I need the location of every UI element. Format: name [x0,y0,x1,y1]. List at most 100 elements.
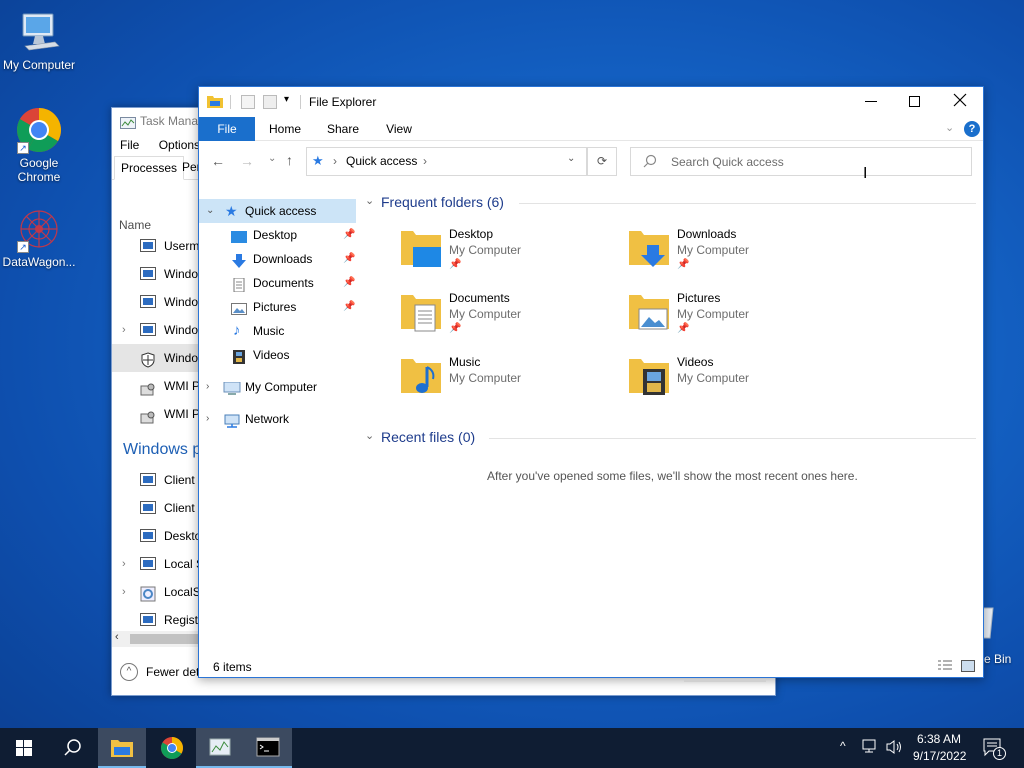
process-row[interactable]: WMI P [112,400,202,428]
column-header-name[interactable]: Name [119,218,151,232]
process-row[interactable]: › Local S [112,550,202,578]
nav-desktop[interactable]: Desktop 📌 [199,223,356,247]
nav-videos[interactable]: Videos [199,343,356,367]
recent-files-empty-message: After you've opened some files, we'll sh… [487,469,858,483]
nav-my-computer[interactable]: › My Computer [199,375,356,399]
refresh-button[interactable]: ⟳ [587,147,617,176]
nav-pictures[interactable]: Pictures 📌 [199,295,356,319]
collapse-group-chevron-icon[interactable]: ⌄ [365,429,374,442]
folder-tile-documents[interactable]: Documents My Computer 📌 [401,291,621,351]
horizontal-scrollbar[interactable]: ‹ [112,631,198,647]
search-input[interactable]: Search Quick access [630,147,972,176]
file-explorer-titlebar[interactable]: ▾ File Explorer [199,87,983,117]
refresh-icon: ⟳ [596,154,608,168]
desktop-icon-datawagon[interactable]: ↗ DataWagon... [0,205,78,269]
picture-icon [231,300,247,315]
folder-tile-desktop[interactable]: Desktop My Computer 📌 [401,227,621,287]
volume-icon[interactable] [886,739,904,755]
taskbar-chrome[interactable] [148,728,196,768]
collapse-group-chevron-icon[interactable]: ⌄ [365,194,374,207]
expand-chevron-icon[interactable]: › [122,550,126,578]
process-row[interactable]: Windo [112,260,202,288]
tab-share[interactable]: Share [323,117,363,141]
folder-tile-music[interactable]: Music My Computer [401,355,621,415]
desktop-icon-my-computer[interactable]: My Computer [0,8,78,72]
process-row[interactable]: WMI P [112,372,202,400]
clock-date[interactable]: 9/17/2022 [913,749,966,763]
frequent-folders-header[interactable]: Frequent folders (6) [381,192,504,212]
process-row[interactable]: Deskto [112,522,202,550]
section-header-windows-processes: Windows p [123,441,199,458]
nav-network[interactable]: › Network [199,407,356,431]
breadcrumb-separator-icon: › [423,154,427,168]
start-button[interactable] [0,728,48,768]
shield-icon [140,350,156,368]
process-row-selected[interactable]: Windo [112,344,202,372]
maximize-icon[interactable] [909,96,920,107]
taskbar-command-prompt[interactable] [244,728,292,768]
window-icon [140,557,156,570]
collapsed-chevron-icon[interactable]: › [206,375,209,399]
expanded-chevron-icon[interactable]: ⌄ [206,199,214,223]
new-folder-icon[interactable] [263,95,277,109]
folder-tile-pictures[interactable]: Pictures My Computer 📌 [629,291,849,351]
expand-chevron-icon[interactable]: › [122,316,126,344]
process-row[interactable]: › Windo [112,316,202,344]
desktop-icon-google-chrome[interactable]: ↗ Google Chrome [0,106,78,184]
process-row[interactable]: Registr [112,606,202,634]
large-icons-view-icon[interactable] [961,660,975,672]
close-icon[interactable] [953,93,967,107]
folder-tile-videos[interactable]: Videos My Computer [629,355,849,415]
process-row[interactable]: Windo [112,288,202,316]
window-icon [140,529,156,542]
process-row[interactable]: Userm [112,232,202,260]
process-row[interactable]: Client [112,494,202,522]
collapsed-chevron-icon[interactable]: › [206,407,209,431]
network-status-icon[interactable] [862,739,880,755]
show-hidden-icons-chevron-icon[interactable]: ^ [840,739,846,753]
taskbar-file-explorer[interactable] [98,728,146,768]
back-arrow-icon[interactable]: ← [211,153,225,169]
address-bar[interactable]: ★ › Quick access › ⌄ [306,147,587,176]
recent-files-header[interactable]: Recent files (0) [381,427,475,447]
chrome-icon: ↗ [15,106,63,154]
quick-access-toolbar-dropdown-icon[interactable]: ▾ [284,94,289,105]
desktop-icon-label: My Computer [2,58,76,72]
nav-music[interactable]: ♪ Music [199,319,356,343]
properties-icon[interactable] [241,95,255,109]
desktop-icon-label: Google Chrome [17,156,61,184]
scrollbar-thumb[interactable] [130,634,198,644]
recent-locations-chevron-icon[interactable]: ⌄ [268,153,276,164]
details-view-icon[interactable] [938,660,952,672]
tab-view[interactable]: View [379,117,419,141]
up-arrow-icon[interactable]: ↑ [286,152,293,168]
scroll-left-icon[interactable]: ‹ [115,631,119,643]
process-row[interactable]: Client [112,466,202,494]
breadcrumb-quick-access[interactable]: Quick access [346,154,417,168]
nav-downloads[interactable]: Downloads 📌 [199,247,356,271]
expand-chevron-icon[interactable]: › [122,578,126,606]
tab-file[interactable]: File [199,117,255,141]
taskbar-task-manager[interactable] [196,728,244,768]
search-button[interactable] [48,728,96,768]
wmi-gear-icon [140,379,156,396]
clock-time[interactable]: 6:38 AM [917,732,961,746]
help-icon[interactable]: ? [964,121,980,137]
pin-icon: 📌 [677,259,690,270]
tab-processes[interactable]: Processes [114,156,185,180]
menu-file[interactable]: File [120,138,139,152]
forward-arrow-icon[interactable]: → [240,153,254,169]
tab-home[interactable]: Home [265,117,305,141]
expand-ribbon-chevron-icon[interactable]: ⌄ [945,121,954,134]
downloads-folder-icon [629,229,671,269]
process-row[interactable]: › LocalS [112,578,202,606]
file-explorer-window[interactable]: ▾ File Explorer File Home Share View ⌄ ?… [198,86,984,678]
menu-options[interactable]: Options [159,138,200,152]
text-cursor-icon: I [863,165,868,182]
nav-quick-access[interactable]: ⌄ ★ Quick access [199,199,356,223]
folder-tile-downloads[interactable]: Downloads My Computer 📌 [629,227,849,287]
status-item-count: 6 items [213,660,252,674]
nav-documents[interactable]: Documents 📌 [199,271,356,295]
address-dropdown-icon[interactable]: ⌄ [567,153,575,164]
minimize-icon[interactable] [865,101,877,102]
